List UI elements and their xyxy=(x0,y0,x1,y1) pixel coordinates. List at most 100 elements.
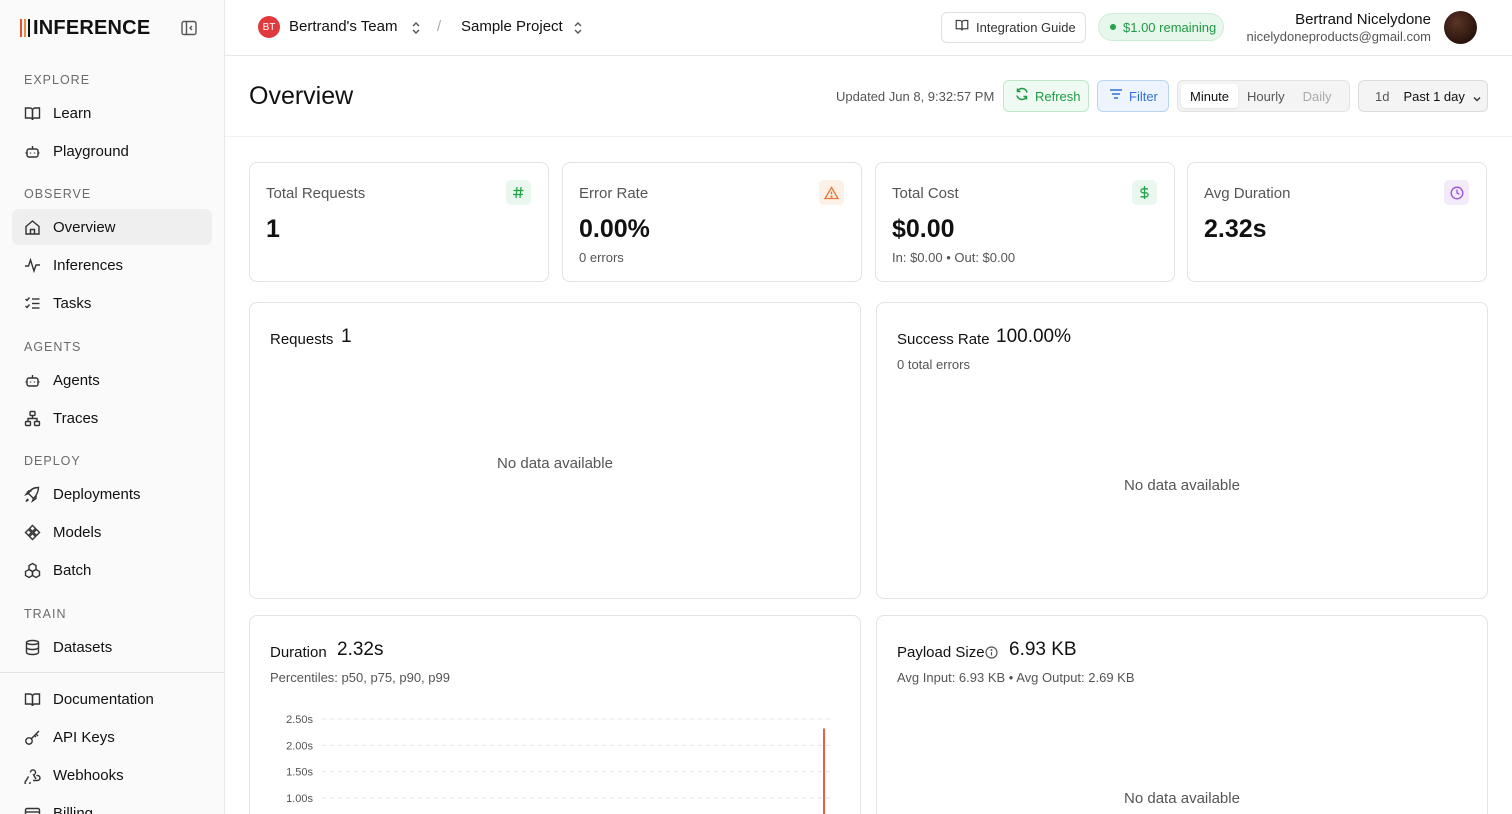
y-tick-label: 2.00s xyxy=(286,740,313,752)
sidebar-item-learn[interactable]: Learn xyxy=(12,95,212,131)
models-icon xyxy=(24,524,41,541)
chevrons-up-down-icon[interactable] xyxy=(572,20,584,36)
refresh-label: Refresh xyxy=(1035,88,1081,104)
boxes-icon xyxy=(24,562,41,579)
stat-value: $0.00 xyxy=(892,215,955,243)
section-train: TRAIN xyxy=(24,607,67,621)
credits-badge[interactable]: $1.00 remaining xyxy=(1098,13,1224,41)
book-icon xyxy=(955,18,969,37)
stat-total-cost: Total Cost $0.00 In: $0.00 • Out: $0.00 xyxy=(875,162,1175,282)
book-icon xyxy=(24,105,41,122)
page-title: Overview xyxy=(249,82,354,110)
sidebar-item-label: Traces xyxy=(53,409,99,427)
sidebar-item-agents[interactable]: Agents xyxy=(12,362,212,398)
sidebar-item-api-keys[interactable]: API Keys xyxy=(12,719,212,755)
app-root: INFERENCE EXPLORE Learn Playground OBSER… xyxy=(0,0,1512,814)
empty-state: No data available xyxy=(497,455,613,472)
stat-value: 2.32s xyxy=(1204,215,1267,243)
refresh-button[interactable]: Refresh xyxy=(1003,80,1089,112)
sidebar-item-label: Learn xyxy=(53,104,92,122)
top-bar: BT Bertrand's Team / Sample Project Inte… xyxy=(225,0,1512,56)
sidebar-item-label: Billing xyxy=(53,804,94,814)
time-range-short: 1d xyxy=(1375,88,1390,104)
clock-icon xyxy=(1444,180,1469,205)
sidebar-item-batch[interactable]: Batch xyxy=(12,552,212,588)
stat-label: Avg Duration xyxy=(1204,185,1291,202)
user-name: Bertrand Nicelydone xyxy=(1295,11,1431,28)
sidebar: INFERENCE EXPLORE Learn Playground OBSER… xyxy=(0,0,225,814)
sidebar-item-documentation[interactable]: Documentation xyxy=(12,681,212,717)
chevrons-up-down-icon[interactable] xyxy=(410,20,422,36)
project-name[interactable]: Sample Project xyxy=(461,18,563,35)
sidebar-item-deployments[interactable]: Deployments xyxy=(12,476,212,512)
team-avatar[interactable]: BT xyxy=(258,16,280,38)
stat-value: 0.00% xyxy=(579,215,650,243)
credits-label: $1.00 remaining xyxy=(1123,19,1217,35)
section-explore: EXPLORE xyxy=(24,73,91,87)
refresh-icon xyxy=(1015,87,1029,106)
stat-value: 1 xyxy=(266,215,280,243)
stat-total-requests: Total Requests 1 xyxy=(249,162,549,282)
sidebar-item-tasks[interactable]: Tasks xyxy=(12,285,212,321)
user-avatar[interactable] xyxy=(1444,11,1477,44)
stat-avg-duration: Avg Duration 2.32s xyxy=(1187,162,1487,282)
sidebar-item-label: Deployments xyxy=(53,485,141,503)
sidebar-item-billing[interactable]: Billing xyxy=(12,795,212,814)
sidebar-item-overview[interactable]: Overview xyxy=(12,209,212,245)
filter-button[interactable]: Filter xyxy=(1097,80,1169,112)
sidebar-item-traces[interactable]: Traces xyxy=(12,400,212,436)
y-tick-label: 2.50s xyxy=(286,714,313,726)
duration-chart: 2.50s 2.00s 1.50s 1.00s xyxy=(286,714,830,814)
list-checks-icon xyxy=(24,295,41,312)
time-range-label: Past 1 day xyxy=(1403,88,1465,104)
section-observe: OBSERVE xyxy=(24,187,92,201)
success-rate-panel: Success Rate 100.00% 0 total errors No d… xyxy=(876,302,1488,599)
rocket-icon xyxy=(24,486,41,503)
collapse-sidebar-icon[interactable] xyxy=(180,19,198,37)
chevron-down-icon xyxy=(1472,91,1482,102)
sidebar-item-label: Tasks xyxy=(53,294,92,312)
stat-sub: In: $0.00 • Out: $0.00 xyxy=(892,250,1016,265)
stat-label: Error Rate xyxy=(579,185,649,202)
requests-panel: Requests 1 No data available xyxy=(249,302,861,599)
panel-title: Payload Size xyxy=(897,644,985,661)
brand-name: INFERENCE xyxy=(33,16,151,39)
sidebar-item-label: Models xyxy=(53,523,102,541)
panel-sub: 0 total errors xyxy=(897,357,970,372)
time-range-select[interactable]: 1d Past 1 day xyxy=(1358,80,1488,112)
dollar-icon xyxy=(1132,180,1157,205)
credit-card-icon xyxy=(24,805,41,814)
granularity-minute[interactable]: Minute xyxy=(1181,84,1239,108)
panel-title: Requests xyxy=(270,331,334,348)
granularity-toggle: Minute Hourly Daily xyxy=(1177,80,1350,112)
sidebar-item-datasets[interactable]: Datasets xyxy=(12,629,212,665)
empty-state: No data available xyxy=(1124,477,1240,494)
sidebar-item-webhooks[interactable]: Webhooks xyxy=(12,757,212,793)
sidebar-item-inferences[interactable]: Inferences xyxy=(12,247,212,283)
info-icon[interactable] xyxy=(985,646,998,664)
webhook-icon xyxy=(24,767,41,784)
sidebar-item-label: Datasets xyxy=(53,638,113,656)
home-icon xyxy=(24,219,41,236)
section-deploy: DEPLOY xyxy=(24,454,81,468)
granularity-daily[interactable]: Daily xyxy=(1294,84,1341,108)
panel-value: 1 xyxy=(341,326,352,347)
team-name[interactable]: Bertrand's Team xyxy=(289,18,397,35)
stat-sub: 0 errors xyxy=(579,250,624,265)
sidebar-item-label: Agents xyxy=(53,371,100,389)
section-agents: AGENTS xyxy=(24,340,82,354)
filter-icon xyxy=(1109,87,1123,106)
payload-panel: Payload Size 6.93 KB Avg Input: 6.93 KB … xyxy=(876,615,1488,814)
duration-panel: Duration 2.32s Percentiles: p50, p75, p9… xyxy=(249,615,861,814)
granularity-hourly[interactable]: Hourly xyxy=(1238,84,1294,108)
brand-logo[interactable]: INFERENCE xyxy=(20,16,150,40)
sidebar-item-models[interactable]: Models xyxy=(12,514,212,550)
filter-label: Filter xyxy=(1129,88,1158,104)
user-email: nicelydoneproducts@gmail.com xyxy=(1246,29,1431,44)
integration-guide-button[interactable]: Integration Guide xyxy=(941,12,1086,43)
panel-sub: Avg Input: 6.93 KB • Avg Output: 2.69 KB xyxy=(897,670,1135,685)
status-dot-icon xyxy=(1110,24,1116,30)
sidebar-item-label: Webhooks xyxy=(53,766,124,784)
sidebar-item-playground[interactable]: Playground xyxy=(12,133,212,169)
stat-error-rate: Error Rate 0.00% 0 errors xyxy=(562,162,862,282)
